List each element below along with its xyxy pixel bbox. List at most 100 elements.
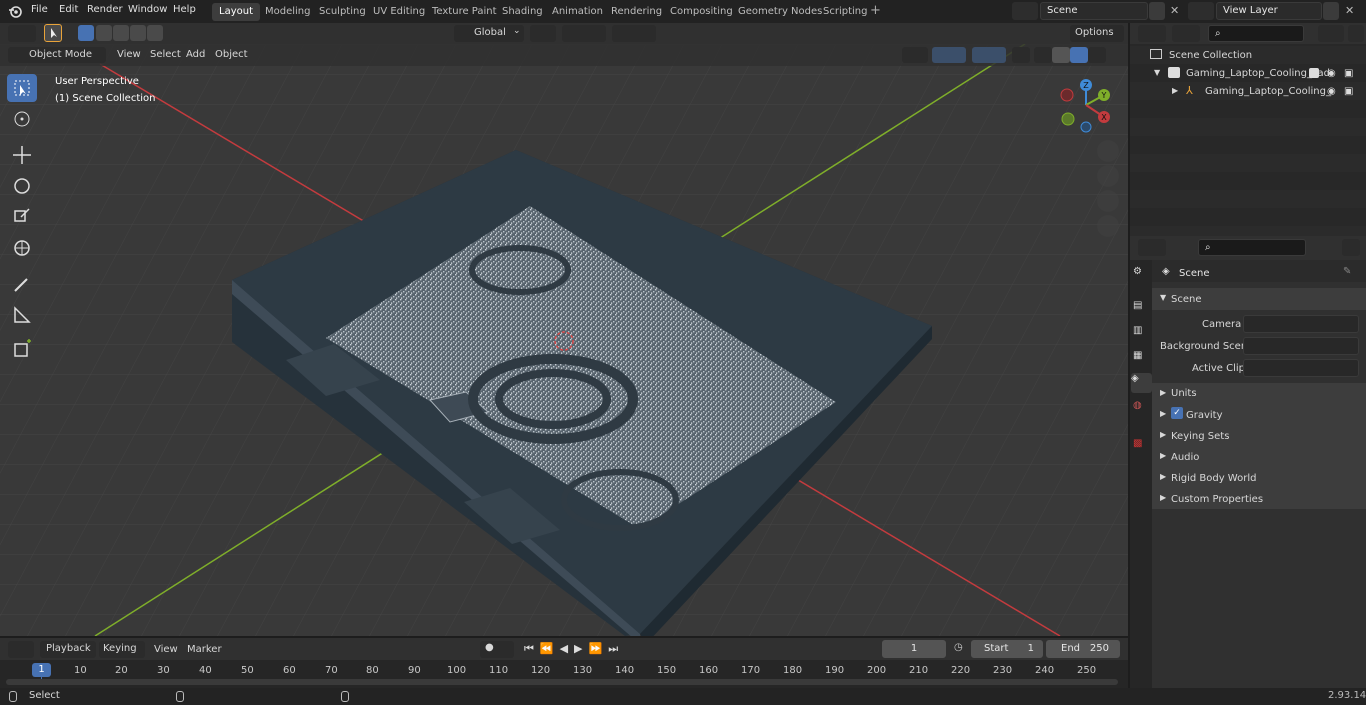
scene-name-field[interactable]: Scene [1040,2,1148,20]
menu-help[interactable]: Help [173,4,196,15]
editor-type-icon[interactable] [8,25,36,42]
timeline-scrollbar[interactable] [6,679,1118,685]
transform-orientation-dropdown[interactable]: Global ⌄ [454,25,524,42]
outliner-editor-icon[interactable] [1138,25,1166,42]
transform-tool-icon[interactable] [7,234,37,262]
pan-hand-icon[interactable] [1097,165,1119,187]
record-icon[interactable]: ● [480,641,514,658]
tool-tab-icon[interactable]: ⚙ [1133,266,1149,282]
menu-select[interactable]: Select [150,49,181,60]
panel-units[interactable]: ▶ Units [1152,383,1366,404]
ortho-grid-icon[interactable] [1097,215,1119,237]
view-layer-browse-icon[interactable] [1188,2,1214,20]
gravity-checkbox[interactable]: ✓ [1171,407,1183,419]
select-box-tool-icon[interactable] [7,74,37,102]
select-mode-invert-icon[interactable] [130,25,146,41]
menu-object[interactable]: Object [215,49,248,60]
rotate-tool-icon[interactable] [7,172,37,200]
world-tab-icon[interactable]: ◍ [1133,400,1149,416]
filter-icon[interactable] [1318,25,1344,42]
zoom-icon[interactable] [1097,140,1119,162]
playback-dropdown[interactable]: Playback [40,641,96,658]
camera-icon[interactable]: ▣ [1344,68,1353,79]
output-tab-icon[interactable]: ▥ [1133,325,1149,341]
annotate-tool-icon[interactable] [7,270,37,298]
outliner-root-label[interactable]: Scene Collection [1169,50,1252,61]
properties-search-input[interactable]: ⌕ [1198,239,1306,256]
camera-field[interactable] [1243,315,1359,333]
3d-viewport[interactable]: User Perspective (1) Scene Collection Z … [0,44,1128,636]
add-workspace-icon[interactable]: + [870,4,881,18]
pin-icon[interactable]: ✎ [1343,266,1351,277]
proportional-editing-icon[interactable] [612,25,656,42]
blender-logo-icon[interactable] [8,4,22,18]
tab-shading[interactable]: Shading [495,3,550,21]
panel-audio[interactable]: ▶ Audio [1152,446,1366,467]
visibility-icon[interactable] [902,47,928,63]
new-collection-icon[interactable] [1348,25,1364,42]
menu-view[interactable]: View [117,49,141,60]
outliner-search-input[interactable]: ⌕ [1208,25,1304,42]
wireframe-shading-icon[interactable] [1034,47,1052,63]
view-layer-copy-icon[interactable] [1323,2,1339,20]
display-mode-icon[interactable] [1172,25,1200,42]
menu-window[interactable]: Window [128,4,167,15]
current-frame-field[interactable]: 1 [882,640,946,658]
tab-layout[interactable]: Layout [212,3,260,21]
panel-keying-sets[interactable]: ▶ Keying Sets [1152,425,1366,446]
menu-file[interactable]: File [31,4,48,15]
panel-custom-properties[interactable]: ▶ Custom Properties [1152,488,1366,509]
tab-sculpting[interactable]: Sculpting [312,3,373,21]
select-mode-intersect-icon[interactable] [147,25,163,41]
menu-edit[interactable]: Edit [59,4,78,15]
select-mode-subtract-icon[interactable] [113,25,129,41]
current-frame-marker[interactable]: 1 [32,663,51,677]
rendered-shading-icon[interactable] [1088,47,1106,63]
keying-dropdown[interactable]: Keying [99,641,145,658]
camera-view-icon[interactable] [1097,190,1119,212]
cursor-tool-icon[interactable] [7,105,37,133]
eye-icon[interactable]: ◉ [1327,68,1336,79]
material-shading-icon[interactable] [1070,47,1088,63]
tab-uv-editing[interactable]: UV Editing [366,3,432,21]
view-layer-tab-icon[interactable]: ▦ [1133,350,1149,366]
move-tool-icon[interactable] [7,141,37,169]
navigation-gizmo[interactable]: Z Y X [1056,77,1116,133]
timeline-view-menu[interactable]: View [154,644,178,655]
texture-tab-icon[interactable]: ▩ [1133,438,1149,454]
overlay-toggle-icon[interactable] [972,47,1006,63]
properties-options-icon[interactable] [1342,239,1360,256]
outliner-item-label[interactable]: Gaming_Laptop_Cooling_ [1205,86,1331,97]
expand-arrow-icon[interactable]: ▼ [1160,293,1166,302]
scale-tool-icon[interactable] [7,203,37,231]
add-cube-tool-icon[interactable] [7,335,37,363]
panel-rigid-body-world[interactable]: ▶ Rigid Body World [1152,467,1366,488]
end-frame-field[interactable]: End 250 [1046,640,1120,658]
render-tab-icon[interactable]: ▤ [1133,300,1149,316]
tab-compositing[interactable]: Compositing [663,3,740,21]
scene-browse-icon[interactable] [1012,2,1038,20]
measure-tool-icon[interactable] [7,301,37,329]
active-clip-field[interactable] [1243,359,1359,377]
properties-editor-icon[interactable] [1138,239,1166,256]
xray-icon[interactable] [1012,47,1030,63]
panel-gravity[interactable]: ▶ ✓ Gravity [1152,404,1366,425]
snap-toggle-icon[interactable] [562,25,606,42]
timeline-marker-menu[interactable]: Marker [187,644,222,655]
view-layer-close-icon[interactable]: ✕ [1345,4,1354,17]
mode-dropdown[interactable]: Object Mode [8,47,106,63]
eye-icon[interactable]: ◉ [1327,86,1336,97]
tab-animation[interactable]: Animation [545,3,610,21]
start-frame-field[interactable]: Start 1 [971,640,1043,658]
tab-scripting[interactable]: Scripting [816,3,874,21]
select-tool-icon[interactable] [44,24,62,42]
gizmo-toggle-icon[interactable] [932,47,966,63]
playback-controls[interactable]: ⏮⏪◀▶⏩⏭ [524,642,624,656]
menu-render[interactable]: Render [87,4,123,15]
camera-icon[interactable]: ▣ [1344,86,1353,97]
timeline-editor-icon[interactable] [8,641,34,658]
select-mode-new-icon[interactable] [78,25,94,41]
tab-rendering[interactable]: Rendering [604,3,669,21]
expand-arrow-icon[interactable]: ▶ [1172,86,1178,95]
options-dropdown[interactable]: Options [1070,25,1124,42]
